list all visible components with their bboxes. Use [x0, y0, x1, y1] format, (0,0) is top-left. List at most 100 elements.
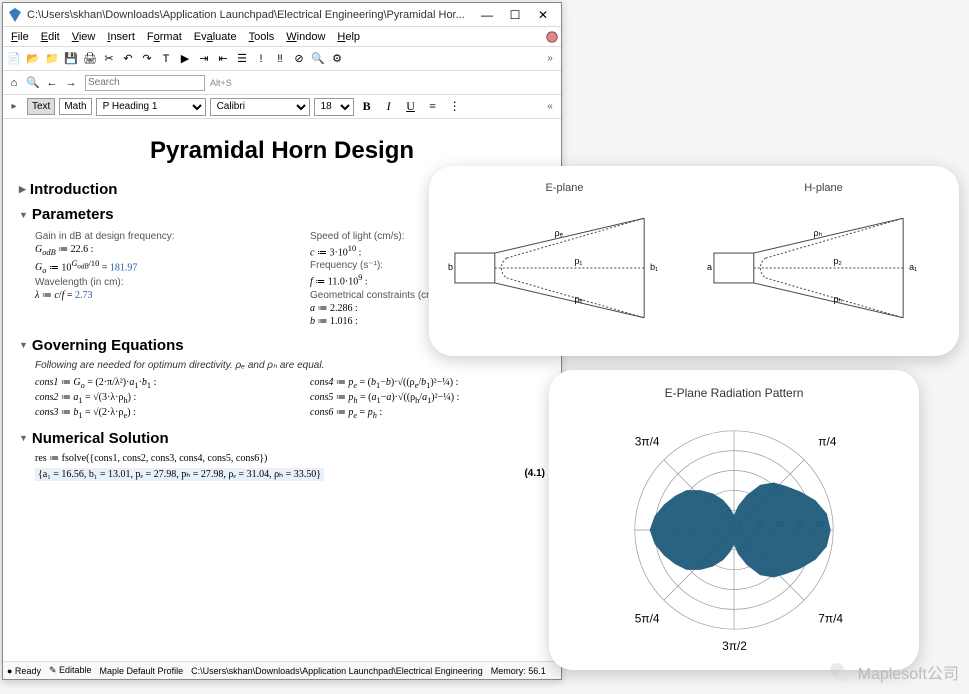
polar-plot-panel: E-Plane Radiation Pattern 0 20 40 60 80 … — [549, 370, 919, 670]
formatbar: ▸ Text Math P Heading 1 Calibri 18 B I U… — [3, 95, 561, 119]
toolbar-overflow-icon[interactable]: » — [541, 50, 559, 68]
svg-text:π/4: π/4 — [818, 435, 837, 449]
svg-text:p₂: p₂ — [833, 256, 842, 266]
eval-button[interactable]: ! — [252, 50, 270, 68]
tab-text[interactable]: Text — [27, 98, 55, 115]
eq-cons6: cons6 ≔ pe = ph : — [310, 407, 545, 420]
horn-diagram-panel: E-plane ρₑ p₁ pₑ b b₁ H-plane — [429, 166, 959, 356]
window-controls: — ☐ ✕ — [473, 5, 557, 25]
settings-button[interactable]: ⚙ — [328, 50, 346, 68]
text-button[interactable]: T — [157, 50, 175, 68]
close-panel-icon[interactable]: « — [541, 98, 559, 116]
stop-button[interactable]: ⊘ — [290, 50, 308, 68]
h-plane-label: H-plane — [804, 182, 843, 194]
menu-view[interactable]: View — [66, 29, 102, 45]
close-button[interactable]: ✕ — [529, 5, 557, 25]
cut-button[interactable]: ✂ — [100, 50, 118, 68]
svg-text:7π/4: 7π/4 — [818, 611, 843, 625]
polar-chart: 0 20 40 60 80 3π/4 π/4 5π/4 7π/4 3π/2 — [594, 406, 874, 654]
menu-tools[interactable]: Tools — [243, 29, 281, 45]
run-button[interactable]: ▶ — [176, 50, 194, 68]
eq-cons4: cons4 ≔ pe = (b1−b)·√((ρe/b1)²−¼) : — [310, 377, 545, 390]
menu-insert[interactable]: Insert — [101, 29, 141, 45]
wavelength-label: Wavelength (in cm): — [35, 277, 270, 288]
svg-text:a₁: a₁ — [909, 262, 917, 272]
open2-button[interactable]: 📁 — [43, 50, 61, 68]
toolbar-file: ⌂ 🔍 ← → Alt+S — [3, 71, 561, 95]
section-numerical[interactable]: Numerical Solution — [19, 430, 545, 447]
redo-button[interactable]: ↷ — [138, 50, 156, 68]
gain-label: Gain in dB at design frequency: — [35, 231, 270, 242]
bold-button[interactable]: B — [358, 98, 376, 116]
watermark-text: Maplesoft公司 — [858, 660, 959, 684]
svg-text:3π/2: 3π/2 — [722, 639, 747, 653]
eq-cons3: cons3 ≔ b1 = √(2·λ·ρe) : — [35, 407, 270, 420]
save-button[interactable]: 💾 — [62, 50, 80, 68]
titlebar: C:\Users\skhan\Downloads\Application Lau… — [3, 3, 561, 27]
zoom-in-button[interactable]: 🔍 — [24, 74, 42, 92]
menu-evaluate[interactable]: Evaluate — [188, 29, 243, 45]
forward-button[interactable]: → — [62, 74, 80, 92]
underline-button[interactable]: U — [402, 98, 420, 116]
statusbar: ● Ready ✎ Editable Maple Default Profile… — [3, 661, 561, 679]
e-plane-label: E-plane — [546, 182, 584, 194]
svg-text:pₑ: pₑ — [574, 294, 583, 304]
status-memory: Memory: 56.1 — [491, 666, 546, 676]
svg-text:ρₕ: ρₕ — [814, 228, 823, 238]
minimize-button[interactable]: — — [473, 5, 501, 25]
eq-number: (4.1) — [524, 468, 545, 479]
new-button[interactable]: 📄 — [5, 50, 23, 68]
app-icon — [7, 7, 23, 23]
svg-text:a: a — [707, 262, 712, 272]
eq-cons5: cons5 ≔ ph = (a1−a)·√((ρh/a1)²−¼) : — [310, 392, 545, 405]
h-plane-svg: ρₕ p₂ pₕ a a₁ — [704, 198, 943, 338]
e-plane-svg: ρₑ p₁ pₑ b b₁ — [445, 198, 684, 338]
menu-window[interactable]: Window — [280, 29, 331, 45]
home-button[interactable]: ⌂ — [5, 74, 23, 92]
result-box: {a₁ = 16.56, b₁ = 13.01, pₑ = 27.98, pₕ … — [35, 468, 324, 481]
open-button[interactable]: 📂 — [24, 50, 42, 68]
search-input[interactable] — [85, 75, 205, 91]
size-select[interactable]: 18 — [314, 98, 354, 116]
eval-all-button[interactable]: ‼ — [271, 50, 289, 68]
status-path: C:\Users\skhan\Downloads\Application Lau… — [191, 666, 483, 676]
svg-text:b₁: b₁ — [650, 262, 658, 272]
font-select[interactable]: Calibri — [210, 98, 310, 116]
svg-text:5π/4: 5π/4 — [635, 611, 660, 625]
menu-help[interactable]: Help — [331, 29, 366, 45]
list-button[interactable]: ☰ — [233, 50, 251, 68]
svg-text:3π/4: 3π/4 — [635, 435, 660, 449]
svg-text:b: b — [448, 262, 453, 272]
help-icon[interactable] — [545, 30, 559, 44]
open-panel-icon[interactable]: ▸ — [5, 98, 23, 116]
polar-title: E-Plane Radiation Pattern — [665, 386, 804, 400]
back-button[interactable]: ← — [43, 74, 61, 92]
svg-text:ρₑ: ρₑ — [555, 228, 564, 238]
eq-res: res ≔ fsolve({cons1, cons2, cons3, cons4… — [35, 453, 545, 464]
menu-format[interactable]: Format — [141, 29, 188, 45]
outdent-button[interactable]: ⇤ — [214, 50, 232, 68]
align-button[interactable]: ≡ — [424, 98, 442, 116]
search-shortcut: Alt+S — [210, 78, 232, 88]
titlebar-text: C:\Users\skhan\Downloads\Application Lau… — [27, 9, 473, 21]
governing-note: Following are needed for optimum directi… — [35, 360, 545, 371]
menu-edit[interactable]: Edit — [35, 29, 66, 45]
style-select[interactable]: P Heading 1 — [96, 98, 206, 116]
more-button[interactable]: ⋮ — [446, 98, 464, 116]
tab-math[interactable]: Math — [59, 98, 91, 115]
indent-button[interactable]: ⇥ — [195, 50, 213, 68]
eq-godb: GodB ≔ 22.6 : — [35, 244, 270, 257]
toolbar-main: 📄 📂 📁 💾 🖨 ✂ ↶ ↷ T ▶ ⇥ ⇤ ☰ ! ‼ ⊘ 🔍 ⚙ » — [3, 47, 561, 71]
menu-file[interactable]: File — [5, 29, 35, 45]
status-ready: ● Ready — [7, 666, 41, 676]
print-button[interactable]: 🖨 — [81, 50, 99, 68]
eq-go: Go ≔ 10GodB/10 = 181.97 — [35, 259, 270, 275]
undo-button[interactable]: ↶ — [119, 50, 137, 68]
status-editable: ✎ Editable — [49, 665, 92, 676]
maximize-button[interactable]: ☐ — [501, 5, 529, 25]
wechat-icon — [828, 660, 852, 684]
eq-cons1: cons1 ≔ Go = (2·π/λ²)·a1·b1 : — [35, 377, 270, 390]
menubar: File Edit View Insert Format Evaluate To… — [3, 27, 561, 47]
zoom-button[interactable]: 🔍 — [309, 50, 327, 68]
italic-button[interactable]: I — [380, 98, 398, 116]
